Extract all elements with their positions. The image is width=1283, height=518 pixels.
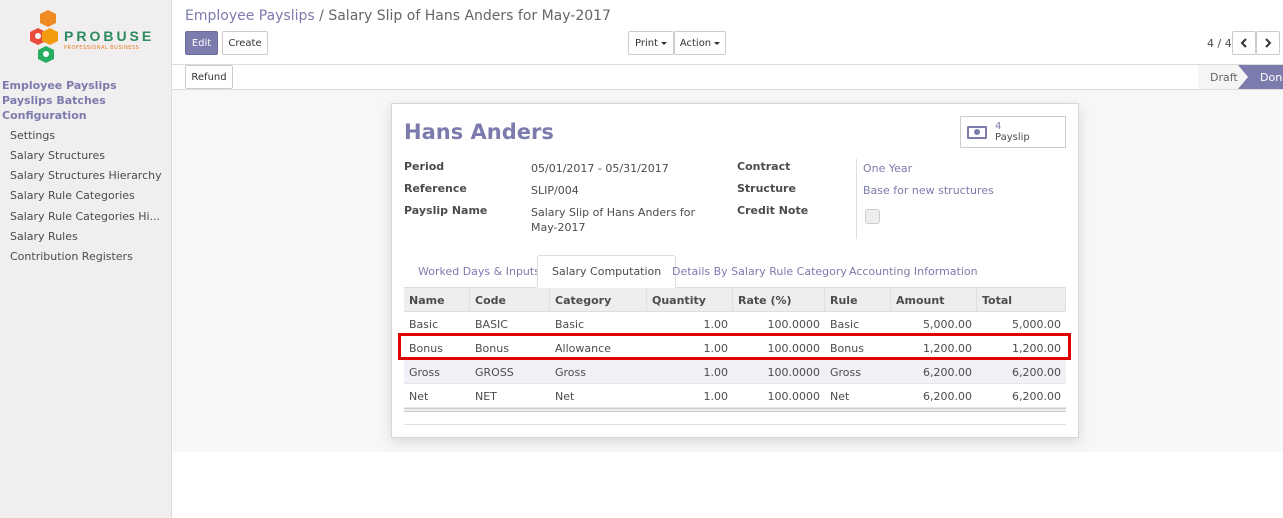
column-header[interactable]: Total — [977, 288, 1066, 312]
tab-salary-computation[interactable]: Salary Computation — [537, 255, 677, 288]
caret-down-icon — [714, 41, 721, 45]
column-header[interactable]: Rate (%) — [733, 288, 825, 312]
payslip-name-label: Payslip Name — [404, 204, 488, 217]
table-cell: Net — [409, 389, 429, 403]
credit-note-label: Credit Note — [737, 204, 809, 217]
statusbar: Refund Draft Done — [172, 64, 1283, 90]
money-icon — [967, 125, 987, 139]
contract-value[interactable]: One Year — [863, 162, 912, 175]
refund-button[interactable]: Refund — [185, 65, 233, 89]
breadcrumb-current: Salary Slip of Hans Anders for May-2017 — [328, 8, 611, 24]
payslip-name-value-line2: May-2017 — [531, 221, 586, 234]
period-label: Period — [404, 160, 445, 173]
payslip-label: Payslip — [995, 132, 1030, 143]
pager-value[interactable]: 4 / 4 — [1207, 37, 1232, 50]
table-footer — [404, 408, 1066, 412]
credit-note-checkbox[interactable] — [865, 209, 880, 224]
table-cell: 6,200.00 — [1012, 389, 1061, 403]
table-cell: 6,200.00 — [923, 389, 972, 403]
table-cell: GROSS — [475, 365, 514, 379]
menu-item-salary-rule-categories[interactable]: Salary Rule Categories — [10, 189, 135, 202]
column-header[interactable]: Code — [470, 288, 550, 312]
table-cell: 1.00 — [703, 389, 729, 403]
table-row[interactable]: Net NET Net 1.00 100.0000 Net 6,200.00 6… — [404, 384, 1066, 408]
menu-item-settings[interactable]: Settings — [10, 129, 55, 142]
breadcrumb: Employee Payslips / Salary Slip of Hans … — [185, 8, 611, 24]
table-cell: 6,200.00 — [1012, 365, 1061, 379]
menu-item-salary-rule-categories-hierarchy[interactable]: Salary Rule Categories Hi... — [10, 210, 160, 223]
menu-item-salary-structures[interactable]: Salary Structures — [10, 149, 105, 162]
structure-label: Structure — [737, 182, 796, 195]
action-label: Action — [679, 37, 712, 49]
table-cell: Gross — [830, 365, 861, 379]
print-dropdown[interactable]: Print — [628, 31, 674, 55]
column-header[interactable]: Name — [404, 288, 470, 312]
logo-text: PROBUSE — [64, 28, 155, 44]
table-cell: 100.0000 — [767, 365, 821, 379]
section-divider — [404, 424, 1066, 425]
print-label: Print — [634, 37, 658, 49]
table-cell: Net — [555, 389, 575, 403]
create-button[interactable]: Create — [222, 31, 268, 55]
menu-item-contribution-registers[interactable]: Contribution Registers — [10, 250, 133, 263]
notebook-tabs: Worked Days & Inputs Salary Computation … — [404, 255, 1066, 288]
column-header[interactable]: Rule — [825, 288, 891, 312]
table-cell: 1.00 — [703, 365, 729, 379]
chevron-right-icon — [1265, 38, 1272, 48]
column-header[interactable]: Quantity — [647, 288, 733, 312]
table-cell: Net — [830, 389, 850, 403]
pager-next-button[interactable] — [1256, 31, 1280, 55]
payslip-name-value-line1: Salary Slip of Hans Anders for — [531, 206, 696, 219]
logo-tagline: PROFESSIONAL BUSINESS — [64, 45, 140, 51]
contract-label: Contract — [737, 160, 791, 173]
structure-value[interactable]: Base for new structures — [863, 184, 994, 197]
company-logo[interactable]: PROBUSE PROFESSIONAL BUSINESS — [28, 8, 151, 68]
action-dropdown[interactable]: Action — [674, 31, 726, 55]
tab-details-by-category[interactable]: Details By Salary Rule Category — [658, 255, 861, 288]
chevron-left-icon — [1240, 38, 1247, 48]
logo-hexagons-icon — [30, 10, 58, 63]
table-cell: Gross — [409, 365, 440, 379]
caret-down-icon — [661, 41, 667, 45]
table-cell: 100.0000 — [767, 389, 821, 403]
menu-item-salary-rules[interactable]: Salary Rules — [10, 230, 78, 243]
payslip-count: 4 — [995, 121, 1002, 132]
tab-worked-days[interactable]: Worked Days & Inputs — [404, 255, 554, 288]
table-cell: 6,200.00 — [923, 365, 972, 379]
breadcrumb-separator: / — [319, 8, 324, 24]
table-row[interactable]: Gross GROSS Gross 1.00 100.0000 Gross 6,… — [404, 360, 1066, 384]
column-header[interactable]: Category — [550, 288, 647, 312]
sidebar: PROBUSE PROFESSIONAL BUSINESS Employee P… — [0, 0, 172, 518]
reference-label: Reference — [404, 182, 467, 195]
employee-name: Hans Anders — [404, 120, 554, 144]
tab-accounting-information[interactable]: Accounting Information — [835, 255, 992, 288]
column-header[interactable]: Amount — [891, 288, 977, 312]
menu-employee-payslips[interactable]: Employee Payslips — [2, 79, 117, 92]
bonus-row-highlight — [398, 333, 1071, 360]
edit-button[interactable]: Edit — [185, 31, 218, 55]
payslip-smart-button[interactable]: 4 Payslip — [960, 116, 1066, 148]
menu-item-salary-structures-hierarchy[interactable]: Salary Structures Hierarchy — [10, 169, 162, 182]
field-divider — [856, 159, 857, 239]
menu-configuration: Configuration — [2, 109, 87, 122]
table-header: Name Code Category Quantity Rate (%) Rul… — [404, 288, 1066, 312]
table-cell: Gross — [555, 365, 586, 379]
reference-value: SLIP/004 — [531, 184, 579, 197]
menu-payslips-batches[interactable]: Payslips Batches — [2, 94, 106, 107]
table-cell: NET — [475, 389, 497, 403]
breadcrumb-parent[interactable]: Employee Payslips — [185, 8, 315, 24]
status-done: Done — [1238, 65, 1283, 89]
pager-previous-button[interactable] — [1232, 31, 1256, 55]
period-value: 05/01/2017 - 05/31/2017 — [531, 162, 669, 175]
form-sheet: Hans Anders 4 Payslip Period 05/01/2017 … — [391, 103, 1079, 438]
